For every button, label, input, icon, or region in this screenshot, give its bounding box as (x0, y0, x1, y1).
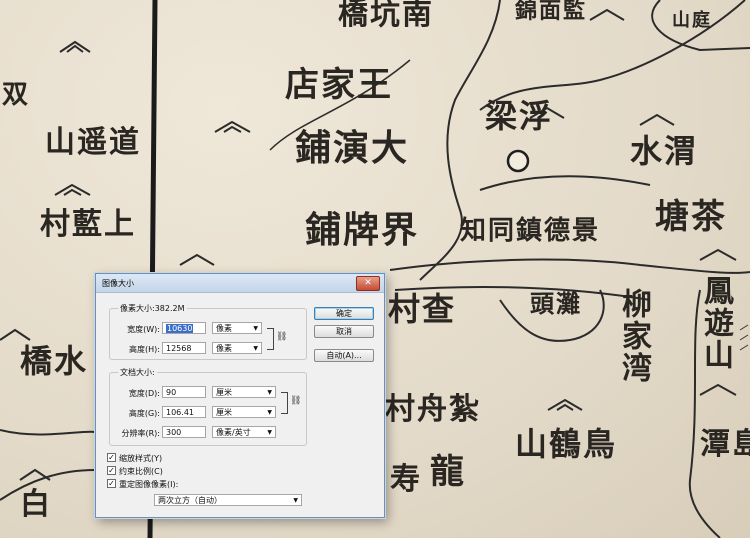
map-label: 寿 (390, 462, 422, 497)
doc-width-value: 90 (166, 388, 177, 397)
doc-width-unit-select[interactable]: 厘米 ▼ (212, 386, 276, 398)
check-icon: ✓ (108, 453, 115, 462)
resolution-field[interactable]: 300 (162, 426, 206, 438)
map-label: 双 (2, 80, 31, 110)
chevron-down-icon: ▼ (267, 429, 272, 436)
pixel-width-label: 宽度(W): (127, 325, 160, 334)
map-label: 水渭 (630, 132, 699, 170)
image-size-dialog: 图像大小 ✕ 像素大小:382.2M 宽度(W): 10630 像素 ▼ 高度(… (95, 273, 385, 518)
pixel-width-value: 10630 (166, 324, 194, 333)
doc-width-field[interactable]: 90 (162, 386, 206, 398)
chain-link-icon: ⛓ (290, 396, 302, 406)
close-button[interactable]: ✕ (356, 276, 380, 291)
map-label: 店家王 (285, 65, 393, 105)
ok-button[interactable]: 确定 (314, 307, 374, 320)
pixel-width-field[interactable]: 10630 (162, 322, 206, 334)
dialog-titlebar[interactable]: 图像大小 ✕ (96, 274, 384, 293)
constrain-proportions-checkbox[interactable]: ✓ (107, 466, 116, 475)
map-label: 鋪牌界 (305, 209, 420, 251)
scale-styles-label: 缩放样式(Y) (119, 454, 163, 463)
doc-height-value: 106.41 (166, 408, 194, 417)
doc-height-unit: 厘米 (216, 408, 232, 417)
map-label: 塘茶 (655, 197, 727, 237)
resample-checkbox[interactable]: ✓ (107, 479, 116, 488)
map-label: 村舟紮 (385, 392, 481, 427)
chain-link-icon: ⛓ (276, 332, 288, 342)
auto-button[interactable]: 自动(A)... (314, 349, 374, 362)
check-icon: ✓ (108, 479, 115, 488)
resolution-label: 分辨率(R): (121, 429, 161, 438)
map-label: 村藍上 (40, 207, 136, 242)
map-label: 鳳遊山 (698, 275, 733, 371)
doc-link-bracket (281, 392, 288, 414)
pixel-dimensions-legend: 像素大小:382.2M (118, 303, 187, 314)
constrain-proportions-label: 约束比例(C) (119, 467, 163, 476)
map-label: 村查 (388, 290, 457, 328)
dialog-title: 图像大小 (102, 279, 134, 288)
doc-height-label: 高度(G): (128, 409, 160, 418)
map-label: 橋坑南 (338, 0, 434, 32)
resolution-unit-select[interactable]: 像素/英寸 ▼ (212, 426, 276, 438)
resample-method-select[interactable]: 两次立方（自动） ▼ (154, 494, 302, 506)
map-label: 山鶴鳥 (515, 425, 618, 463)
chevron-down-icon: ▼ (253, 325, 258, 332)
map-label: 柳家湾 (616, 288, 651, 384)
doc-width-unit: 厘米 (216, 388, 232, 397)
pixel-height-label: 高度(H): (129, 345, 160, 354)
pixel-height-unit-select[interactable]: 像素 ▼ (212, 342, 262, 354)
chevron-down-icon: ▼ (267, 409, 272, 416)
chevron-down-icon: ▼ (293, 497, 298, 504)
map-label: 白 (20, 487, 52, 522)
pixel-width-unit-select[interactable]: 像素 ▼ (212, 322, 262, 334)
map-label: 頭灘 (530, 289, 582, 318)
map-label: 龍 (430, 452, 466, 492)
check-icon: ✓ (108, 466, 115, 475)
scale-styles-checkbox[interactable]: ✓ (107, 453, 116, 462)
doc-width-label: 宽度(D): (128, 389, 160, 398)
cancel-button[interactable]: 取消 (314, 325, 374, 338)
map-label: 錦面監 (515, 0, 588, 24)
pixel-width-unit: 像素 (216, 324, 232, 333)
map-label: 潭島 (700, 427, 750, 462)
doc-height-field[interactable]: 106.41 (162, 406, 206, 418)
pixel-height-value: 12568 (166, 344, 192, 353)
pixel-link-bracket (267, 328, 274, 350)
map-label: 鋪演大 (295, 127, 410, 169)
map-label: 山遥道 (45, 125, 141, 160)
map-label: 橋水 (20, 342, 89, 380)
chevron-down-icon: ▼ (267, 389, 272, 396)
resolution-value: 300 (166, 428, 182, 437)
resample-label: 重定图像像素(I): (119, 480, 179, 489)
pixel-height-field[interactable]: 12568 (162, 342, 206, 354)
pixel-height-unit: 像素 (216, 344, 232, 353)
resample-method-value: 两次立方（自动） (158, 496, 222, 505)
close-icon: ✕ (364, 278, 372, 288)
map-label: 山庭 (672, 10, 712, 31)
map-label: 知同鎮德景 (460, 216, 601, 246)
document-size-legend: 文档大小: (118, 367, 157, 378)
doc-height-unit-select[interactable]: 厘米 ▼ (212, 406, 276, 418)
chevron-down-icon: ▼ (253, 345, 258, 352)
resolution-unit: 像素/英寸 (216, 428, 251, 437)
map-label: 梁浮 (485, 97, 554, 135)
